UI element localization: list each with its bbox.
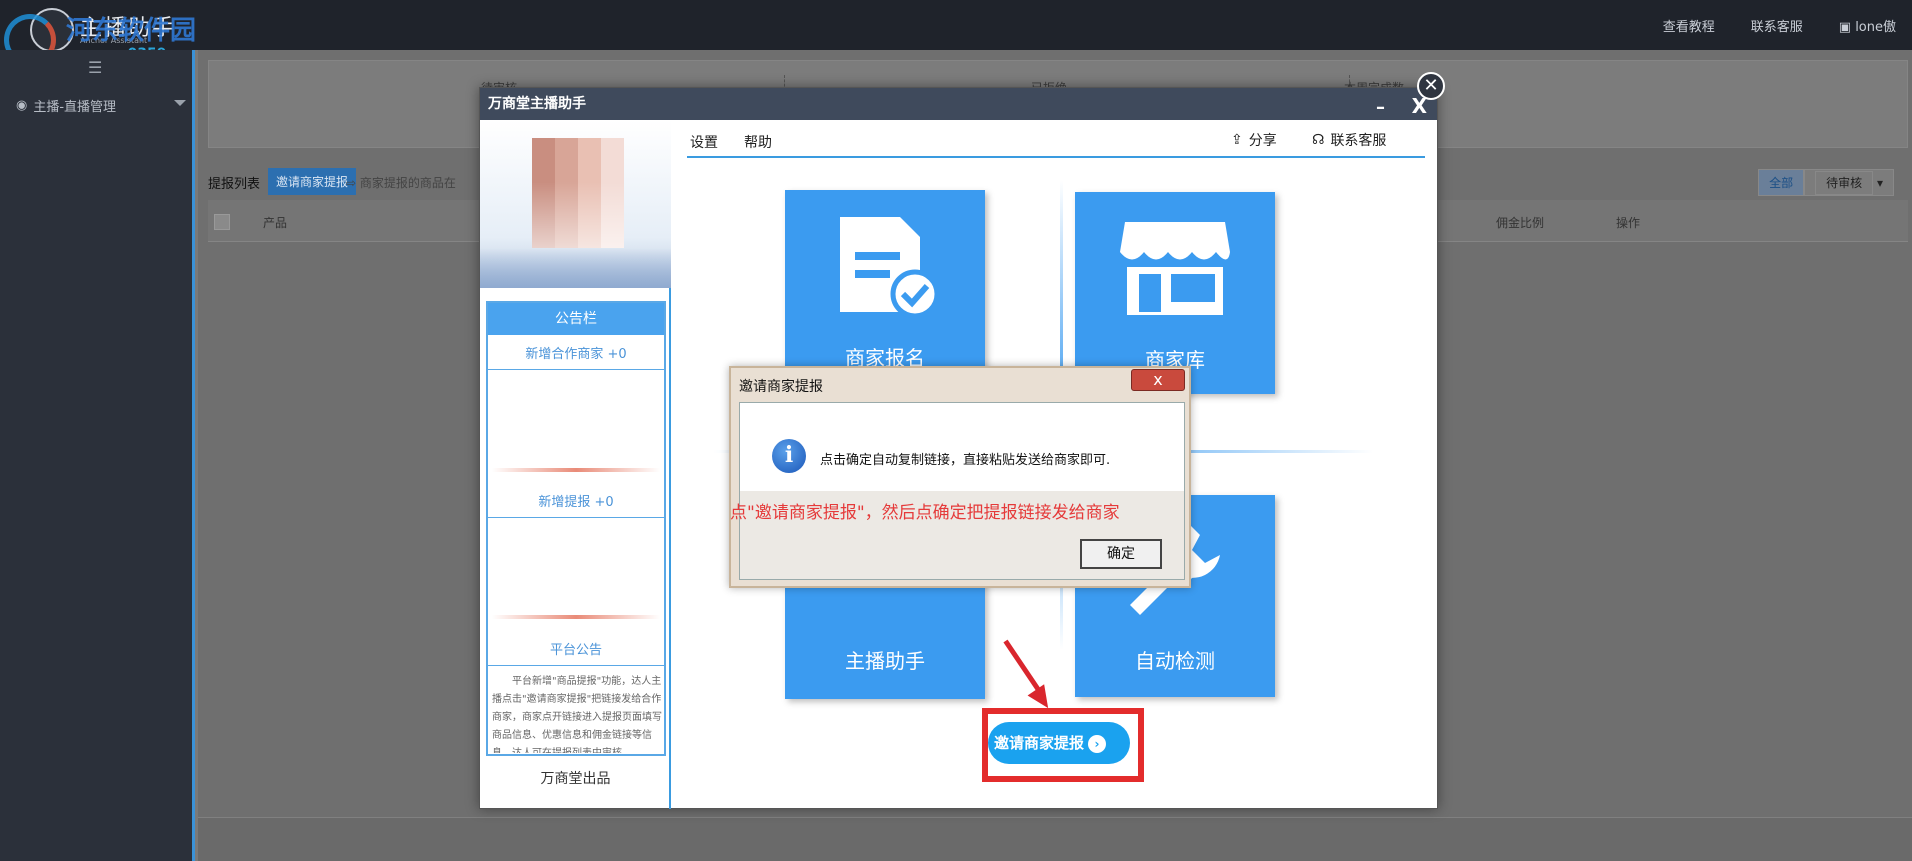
play-circle-icon: ◉ xyxy=(16,98,28,113)
column-product: 产品 xyxy=(263,216,288,230)
column-commission: 佣金比例 xyxy=(1496,216,1545,230)
dialog-message: 点击确定自动复制链接，直接粘贴发送给商家即可. xyxy=(820,453,1111,468)
user-name: lone傲 xyxy=(1855,19,1896,35)
menu-settings[interactable]: 设置 xyxy=(690,132,718,152)
brand-footer: 万商堂出品 xyxy=(540,771,611,787)
divider-ribbon xyxy=(492,468,660,472)
filter-pending-label: 待审核 xyxy=(1815,171,1874,195)
platform-notice-text: 平台新增"商品提报"功能，达人主播点击"邀请商家提报"把链接发给合作商家，商家点… xyxy=(492,676,662,753)
sidebar-item-live-management[interactable]: ◉ 主播-直播管理 xyxy=(16,96,186,115)
tile-merchant-signup[interactable]: 商家报名 xyxy=(785,190,985,392)
dialog-ok-button[interactable]: 确定 xyxy=(1080,539,1162,569)
divider xyxy=(488,665,664,666)
divider xyxy=(488,369,664,370)
window-title-bar: 万商堂主播助手 – X xyxy=(480,88,1437,120)
top-bar: 主播助手 Anchor Assistant 河东软件园 www.pc0359.c… xyxy=(0,0,1912,66)
filter-all[interactable]: 全部 xyxy=(1758,169,1805,196)
select-all-checkbox[interactable] xyxy=(214,214,230,230)
watermark-name: 河东软件园 xyxy=(66,16,197,46)
chevron-down-icon xyxy=(174,100,186,106)
new-merchants-count[interactable]: 新增合作商家 +0 xyxy=(488,343,664,362)
window-title: 万商堂主播助手 xyxy=(488,96,586,112)
profile-background xyxy=(480,248,671,288)
divider-ribbon xyxy=(492,615,660,619)
top-links: 查看教程 联系客服 ▣ lone傲 xyxy=(1663,0,1896,50)
document-check-icon xyxy=(840,217,940,319)
dialog-close-button[interactable]: x xyxy=(1131,369,1185,391)
window-menu-bar: 设置 帮助 ⇪ 分享 ☊ 联系客服 xyxy=(687,120,1425,158)
divider xyxy=(488,517,664,518)
column-actions: 操作 xyxy=(1616,216,1641,230)
left-panel: 公告栏 新增合作商家 +0 新增提报 +0 平台公告 平台新增"商品提报"功能，… xyxy=(480,120,671,809)
list-hint: ⇨ 商家提报的商品在 xyxy=(346,176,456,190)
overlay-close-button[interactable]: ✕ xyxy=(1417,72,1445,100)
tile-label: 主播助手 xyxy=(845,649,925,673)
hint-text: 商家提报的商品在 xyxy=(359,176,456,190)
new-reports-count[interactable]: 新增提报 +0 xyxy=(488,491,664,510)
support-label: 联系客服 xyxy=(1330,133,1387,149)
link-tutorial[interactable]: 查看教程 xyxy=(1663,16,1715,35)
sidebar: ☰ ◉ 主播-直播管理 xyxy=(0,50,195,861)
dialog-body: i 点击确定自动复制链接，直接粘贴发送给商家即可. 点"邀请商家提报"，然后点确… xyxy=(730,402,1185,580)
menu-help[interactable]: 帮助 xyxy=(744,132,772,152)
avatar xyxy=(532,138,624,248)
notice-board-title: 公告栏 xyxy=(488,303,664,335)
user-menu[interactable]: ▣ lone傲 xyxy=(1839,16,1896,35)
link-support[interactable]: 联系客服 xyxy=(1751,16,1803,35)
store-icon xyxy=(1120,222,1230,315)
highlight-box xyxy=(982,708,1144,782)
tile-merchant-library[interactable]: 商家库 xyxy=(1075,192,1275,394)
headset-icon: ☊ xyxy=(1312,132,1325,148)
status-filter: 全部 待审核 ▾ xyxy=(1758,169,1894,196)
share-icon: ⇪ xyxy=(1231,132,1243,148)
dialog-title: 邀请商家提报 xyxy=(739,379,823,395)
annotation-text: 点"邀请商家提报"，然后点确定把提报链接发给商家 xyxy=(730,503,1120,523)
filter-pending[interactable]: 待审核 ▾ xyxy=(1804,169,1894,196)
horizontal-scrollbar[interactable] xyxy=(198,817,1912,861)
platform-notice-title[interactable]: 平台公告 xyxy=(488,639,664,658)
contact-support-button[interactable]: ☊ 联系客服 xyxy=(1312,130,1386,150)
notice-board: 公告栏 新增合作商家 +0 新增提报 +0 平台公告 平台新增"商品提报"功能，… xyxy=(486,301,666,756)
profile-area xyxy=(480,120,671,288)
tile-label: 自动检测 xyxy=(1135,649,1215,673)
menu-toggle-icon[interactable]: ☰ xyxy=(88,58,102,77)
invite-dialog: 邀请商家提报 x i 点击确定自动复制链接，直接粘贴发送给商家即可. 点"邀请商… xyxy=(729,366,1191,588)
list-title: 提报列表 xyxy=(208,177,261,192)
share-button[interactable]: ⇪ 分享 xyxy=(1231,130,1277,150)
sidebar-item-label: 主播-直播管理 xyxy=(33,100,117,115)
info-icon: i xyxy=(772,439,806,473)
share-label: 分享 xyxy=(1248,133,1277,149)
invite-merchant-button[interactable]: 邀请商家提报 xyxy=(268,168,357,195)
